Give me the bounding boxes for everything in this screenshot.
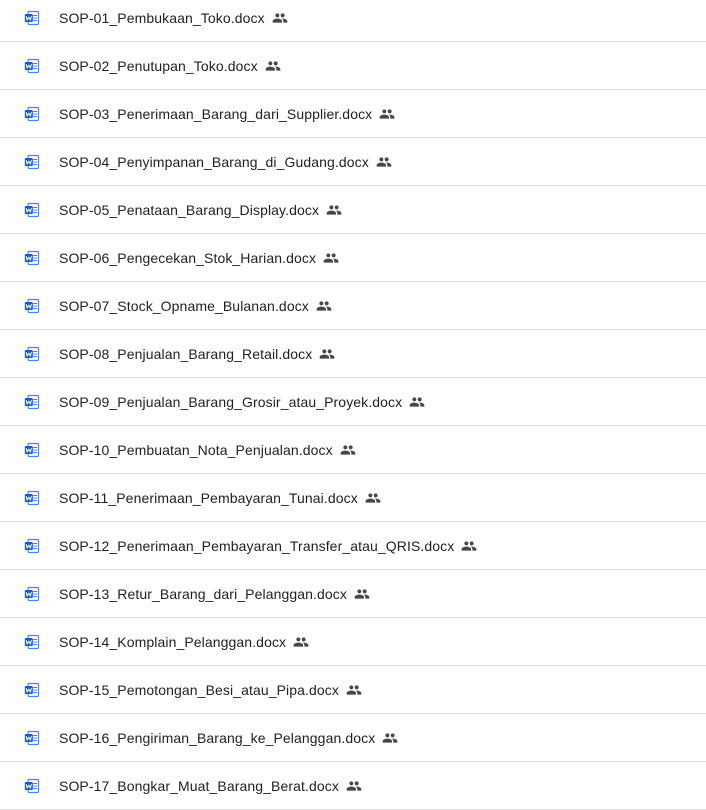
word-doc-icon [24, 298, 40, 314]
shared-people-icon [461, 538, 477, 554]
file-name-text: SOP-17_Bongkar_Muat_Barang_Berat.docx [59, 777, 339, 794]
file-name-text: SOP-04_Penyimpanan_Barang_di_Gudang.docx [59, 153, 369, 170]
file-row[interactable]: SOP-06_Pengecekan_Stok_Harian.docx [0, 234, 706, 282]
file-name[interactable]: SOP-14_Komplain_Pelanggan.docx [59, 634, 309, 650]
shared-people-icon [354, 586, 370, 602]
file-name-text: SOP-14_Komplain_Pelanggan.docx [59, 633, 287, 650]
shared-people-icon [272, 10, 288, 26]
shared-people-icon [346, 682, 362, 698]
word-doc-icon [24, 394, 40, 410]
file-name-text: SOP-15_Pemotongan_Besi_atau_Pipa.docx [59, 681, 340, 698]
shared-people-icon [326, 202, 342, 218]
file-name[interactable]: SOP-10_Pembuatan_Nota_Penjualan.docx [59, 442, 356, 458]
file-row[interactable]: SOP-04_Penyimpanan_Barang_di_Gudang.docx [0, 138, 706, 186]
shared-people-icon [382, 730, 398, 746]
word-doc-icon [24, 154, 40, 170]
file-name[interactable]: SOP-16_Pengiriman_Barang_ke_Pelanggan.do… [59, 730, 398, 746]
file-name[interactable]: SOP-01_Pembukaan_Toko.docx [59, 10, 288, 26]
file-name-text: SOP-08_Penjualan_Barang_Retail.docx [59, 345, 313, 362]
shared-people-icon [265, 58, 281, 74]
word-doc-icon [24, 682, 40, 698]
file-name[interactable]: SOP-06_Pengecekan_Stok_Harian.docx [59, 250, 339, 266]
shared-people-icon [319, 346, 335, 362]
shared-people-icon [340, 442, 356, 458]
file-name[interactable]: SOP-13_Retur_Barang_dari_Pelanggan.docx [59, 586, 370, 602]
file-row[interactable]: SOP-07_Stock_Opname_Bulanan.docx [0, 282, 706, 330]
file-row[interactable]: SOP-17_Bongkar_Muat_Barang_Berat.docx [0, 762, 706, 810]
file-name-text: SOP-12_Penerimaan_Pembayaran_Transfer_at… [59, 537, 455, 554]
file-row[interactable]: SOP-16_Pengiriman_Barang_ke_Pelanggan.do… [0, 714, 706, 762]
file-name[interactable]: SOP-09_Penjualan_Barang_Grosir_atau_Proy… [59, 394, 425, 410]
file-name[interactable]: SOP-15_Pemotongan_Besi_atau_Pipa.docx [59, 682, 362, 698]
file-name[interactable]: SOP-02_Penutupan_Toko.docx [59, 58, 281, 74]
file-row[interactable]: SOP-08_Penjualan_Barang_Retail.docx [0, 330, 706, 378]
word-doc-icon [24, 778, 40, 794]
file-row[interactable]: SOP-11_Penerimaan_Pembayaran_Tunai.docx [0, 474, 706, 522]
file-row[interactable]: SOP-15_Pemotongan_Besi_atau_Pipa.docx [0, 666, 706, 714]
word-doc-icon [24, 634, 40, 650]
file-name-text: SOP-16_Pengiriman_Barang_ke_Pelanggan.do… [59, 729, 376, 746]
file-row[interactable]: SOP-01_Pembukaan_Toko.docx [0, 0, 706, 42]
file-name-text: SOP-05_Penataan_Barang_Display.docx [59, 201, 320, 218]
file-row[interactable]: SOP-09_Penjualan_Barang_Grosir_atau_Proy… [0, 378, 706, 426]
word-doc-icon [24, 58, 40, 74]
file-row[interactable]: SOP-14_Komplain_Pelanggan.docx [0, 618, 706, 666]
shared-people-icon [379, 106, 395, 122]
file-name[interactable]: SOP-07_Stock_Opname_Bulanan.docx [59, 298, 332, 314]
shared-people-icon [376, 154, 392, 170]
shared-people-icon [316, 298, 332, 314]
shared-people-icon [323, 250, 339, 266]
file-name-text: SOP-13_Retur_Barang_dari_Pelanggan.docx [59, 585, 347, 602]
word-doc-icon [24, 346, 40, 362]
file-name-text: SOP-03_Penerimaan_Barang_dari_Supplier.d… [59, 105, 373, 122]
file-row[interactable]: SOP-10_Pembuatan_Nota_Penjualan.docx [0, 426, 706, 474]
word-doc-icon [24, 10, 40, 26]
file-name[interactable]: SOP-03_Penerimaan_Barang_dari_Supplier.d… [59, 106, 395, 122]
file-row[interactable]: SOP-13_Retur_Barang_dari_Pelanggan.docx [0, 570, 706, 618]
file-name[interactable]: SOP-04_Penyimpanan_Barang_di_Gudang.docx [59, 154, 392, 170]
file-name[interactable]: SOP-05_Penataan_Barang_Display.docx [59, 202, 342, 218]
file-row[interactable]: SOP-05_Penataan_Barang_Display.docx [0, 186, 706, 234]
shared-people-icon [293, 634, 309, 650]
word-doc-icon [24, 106, 40, 122]
file-name-text: SOP-09_Penjualan_Barang_Grosir_atau_Proy… [59, 393, 403, 410]
word-doc-icon [24, 202, 40, 218]
file-name-text: SOP-06_Pengecekan_Stok_Harian.docx [59, 249, 317, 266]
file-list: SOP-01_Pembukaan_Toko.docx SOP-02_Penutup… [0, 0, 706, 810]
file-name[interactable]: SOP-08_Penjualan_Barang_Retail.docx [59, 346, 335, 362]
file-name[interactable]: SOP-11_Penerimaan_Pembayaran_Tunai.docx [59, 490, 381, 506]
file-name-text: SOP-02_Penutupan_Toko.docx [59, 57, 258, 74]
word-doc-icon [24, 538, 40, 554]
file-name-text: SOP-11_Penerimaan_Pembayaran_Tunai.docx [59, 489, 358, 506]
file-name[interactable]: SOP-12_Penerimaan_Pembayaran_Transfer_at… [59, 538, 477, 554]
word-doc-icon [24, 442, 40, 458]
shared-people-icon [409, 394, 425, 410]
file-name-text: SOP-07_Stock_Opname_Bulanan.docx [59, 297, 309, 314]
shared-people-icon [365, 490, 381, 506]
file-name[interactable]: SOP-17_Bongkar_Muat_Barang_Berat.docx [59, 778, 362, 794]
file-row[interactable]: SOP-02_Penutupan_Toko.docx [0, 42, 706, 90]
word-doc-icon [24, 730, 40, 746]
file-row[interactable]: SOP-12_Penerimaan_Pembayaran_Transfer_at… [0, 522, 706, 570]
file-name-text: SOP-01_Pembukaan_Toko.docx [59, 9, 265, 26]
file-name-text: SOP-10_Pembuatan_Nota_Penjualan.docx [59, 441, 333, 458]
file-row[interactable]: SOP-03_Penerimaan_Barang_dari_Supplier.d… [0, 90, 706, 138]
word-doc-icon [24, 586, 40, 602]
word-doc-icon [24, 490, 40, 506]
word-doc-icon [24, 250, 40, 266]
shared-people-icon [346, 778, 362, 794]
